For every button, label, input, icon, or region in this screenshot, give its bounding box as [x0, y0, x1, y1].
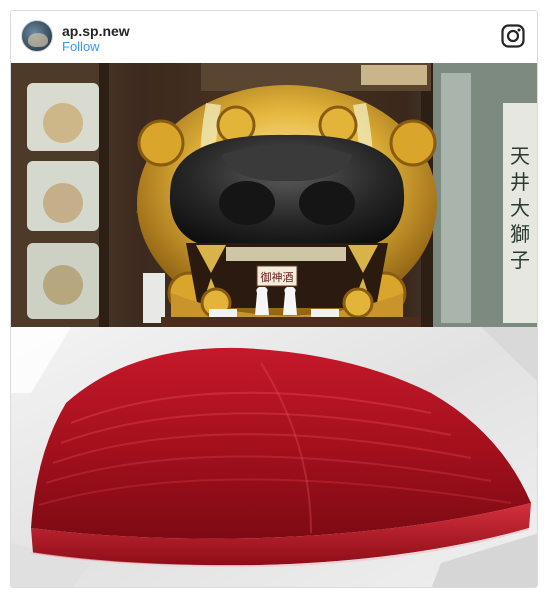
shrine-scene: 天 井 大 獅 子 御神酒 — [11, 63, 537, 327]
post-photo[interactable]: 天 井 大 獅 子 御神酒 — [11, 63, 537, 587]
svg-text:獅: 獅 — [510, 222, 530, 246]
username-link[interactable]: ap.sp.new — [62, 23, 130, 39]
tuna-scene — [11, 327, 537, 587]
avatar[interactable] — [21, 20, 53, 52]
instagram-embed-card: ap.sp.new Follow 天 井 大 獅 子 御神酒 — [10, 10, 538, 588]
instagram-icon[interactable] — [501, 24, 525, 48]
follow-link[interactable]: Follow — [62, 39, 100, 54]
svg-text:子: 子 — [510, 248, 530, 272]
sake-sign-text: 御神酒 — [261, 270, 294, 284]
svg-text:天: 天 — [510, 144, 530, 168]
svg-text:大: 大 — [510, 196, 530, 220]
post-header: ap.sp.new Follow — [11, 11, 537, 63]
svg-text:井: 井 — [510, 170, 530, 194]
